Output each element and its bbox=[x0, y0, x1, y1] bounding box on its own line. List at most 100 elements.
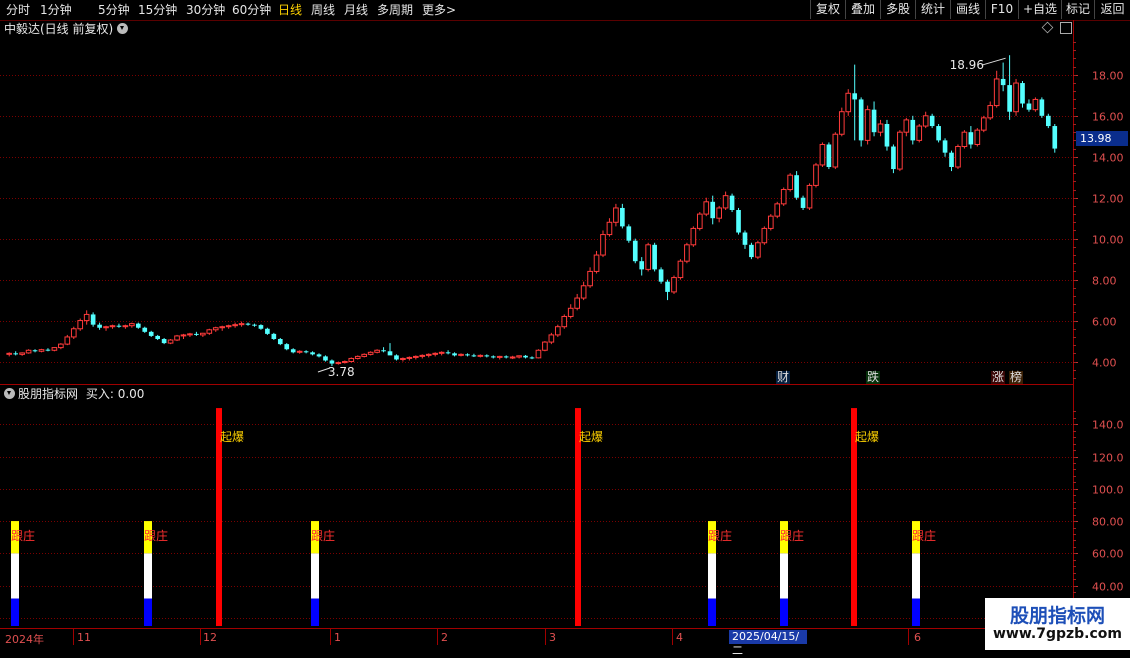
candle-body bbox=[871, 109, 877, 133]
candle-body bbox=[90, 314, 96, 325]
tag-finance-text: 财 bbox=[777, 370, 790, 384]
candle-body bbox=[445, 352, 451, 354]
window-toggle-icon[interactable] bbox=[1060, 22, 1072, 34]
y-tick-label: 60.00 bbox=[1092, 548, 1124, 561]
candle-body bbox=[787, 174, 793, 191]
genzhuang-bar-bottom bbox=[780, 598, 788, 626]
candle-body bbox=[968, 132, 974, 145]
candle-body bbox=[471, 355, 477, 357]
chevron-down-icon[interactable] bbox=[4, 388, 15, 399]
candle-body bbox=[716, 207, 722, 219]
candle-body bbox=[929, 115, 935, 127]
x-label-mar: 3 bbox=[549, 631, 556, 644]
candle-body bbox=[774, 203, 781, 217]
candle-body bbox=[509, 356, 516, 359]
candle-body bbox=[639, 261, 645, 270]
candle-body bbox=[742, 232, 748, 245]
genzhuang-bar-mid bbox=[311, 553, 319, 599]
candle-body bbox=[626, 226, 632, 241]
candle-body bbox=[252, 324, 257, 326]
candle-body bbox=[703, 201, 710, 215]
candle-body bbox=[1032, 98, 1039, 111]
candle-body bbox=[993, 78, 1000, 107]
candle-body bbox=[1052, 126, 1058, 149]
y-tick-label: 10.00 bbox=[1092, 234, 1124, 247]
genzhuang-bar-bottom bbox=[912, 598, 920, 626]
tag-fall[interactable]: 跌 bbox=[866, 371, 881, 384]
genzhuang-label: 跟庄 bbox=[311, 528, 335, 543]
candle-body bbox=[910, 119, 916, 141]
candle-body bbox=[955, 146, 961, 168]
tag-rise[interactable]: 涨 bbox=[991, 371, 1006, 384]
y-tick-label: 100.0 bbox=[1092, 484, 1124, 497]
candle-body bbox=[729, 195, 735, 210]
y-tick-label: 4.00 bbox=[1092, 357, 1117, 370]
y-tick-label: 80.00 bbox=[1092, 516, 1124, 529]
candle-body bbox=[477, 354, 484, 357]
watermark: 股朋指标网 www.7gpzb.com bbox=[985, 598, 1130, 650]
buy-value: 0.00 bbox=[117, 387, 145, 401]
candle-body bbox=[813, 164, 819, 186]
current-price-label: 13.98 bbox=[1076, 131, 1128, 146]
candle-body bbox=[19, 352, 25, 355]
qibao-label: 起爆 bbox=[579, 430, 603, 444]
candle-body bbox=[593, 254, 600, 272]
candle-body bbox=[891, 146, 896, 170]
x-label-jan: 1 bbox=[334, 631, 341, 644]
x-label-jun: 6 bbox=[914, 631, 921, 644]
main-chart-header: 中毅达(日线 前复权) bbox=[4, 21, 129, 37]
candle-body bbox=[148, 331, 154, 336]
candle-body bbox=[258, 325, 264, 329]
candle-body bbox=[142, 327, 148, 332]
candle-body bbox=[736, 210, 741, 233]
chart-canvas[interactable]: 4.00 6.00 8.00 10.00 12.00 14.00 16.00 18.00 2 0.… bbox=[0, 0, 1130, 650]
qibao-label: 起爆 bbox=[855, 430, 879, 444]
candle-body bbox=[1007, 85, 1012, 112]
buy-label: 买入: bbox=[85, 387, 114, 401]
candle-body bbox=[523, 355, 528, 358]
candle-body bbox=[406, 356, 413, 359]
tag-rank[interactable]: 榜 bbox=[1009, 370, 1024, 384]
candle-body bbox=[1000, 78, 1006, 86]
candle-body bbox=[310, 352, 315, 355]
candle-body bbox=[903, 119, 910, 133]
tag-finance[interactable]: 财 bbox=[776, 370, 791, 384]
candle-body bbox=[180, 334, 187, 337]
candle-body bbox=[206, 329, 213, 334]
candle-body bbox=[658, 269, 664, 282]
candle-body bbox=[348, 357, 355, 363]
candle-body bbox=[51, 347, 58, 351]
candle-body bbox=[367, 351, 374, 355]
candle-body bbox=[381, 350, 386, 352]
candle-body bbox=[335, 362, 342, 365]
y-tick-label: 140.0 bbox=[1092, 419, 1124, 432]
candle-body bbox=[174, 335, 180, 341]
candle-body bbox=[587, 270, 593, 287]
candle-body bbox=[116, 325, 122, 327]
candle-body bbox=[413, 355, 419, 358]
candle-body bbox=[722, 195, 729, 209]
candle-body bbox=[1026, 103, 1032, 110]
candle-body bbox=[25, 349, 32, 354]
candle-body bbox=[129, 323, 135, 327]
candle-body bbox=[438, 351, 445, 354]
candle-body bbox=[200, 332, 206, 336]
watermark-url: www.7gpzb.com bbox=[992, 626, 1122, 642]
tag-rank-text: 榜 bbox=[1010, 370, 1023, 384]
genzhuang-bar-mid bbox=[912, 553, 920, 599]
genzhuang-label: 跟庄 bbox=[708, 528, 732, 543]
candle-body bbox=[710, 201, 716, 219]
y-tick-label: 40.00 bbox=[1092, 581, 1124, 594]
y-tick-label: 6.00 bbox=[1092, 316, 1117, 329]
candle-body bbox=[303, 351, 309, 353]
candle-body bbox=[187, 333, 193, 336]
candle-body bbox=[665, 281, 670, 292]
genzhuang-label: 跟庄 bbox=[912, 528, 936, 543]
high-arrow bbox=[981, 57, 1006, 66]
candle-body bbox=[561, 315, 568, 328]
candle-body bbox=[374, 349, 380, 353]
candle-body bbox=[877, 123, 884, 133]
candle-body bbox=[354, 355, 361, 359]
chevron-down-icon[interactable] bbox=[117, 23, 129, 34]
candle-body bbox=[652, 244, 657, 270]
